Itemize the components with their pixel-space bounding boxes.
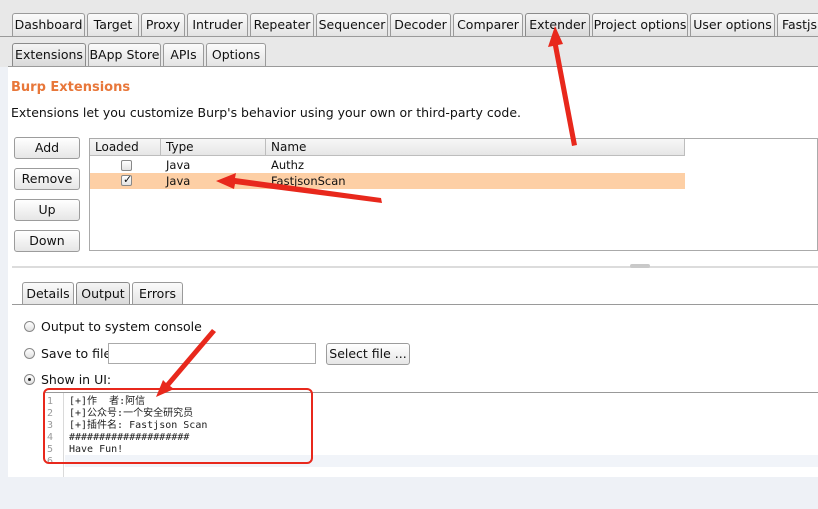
- annotation-arrow: [216, 173, 382, 203]
- annotation-arrows: [156, 26, 577, 397]
- annotation-arrow: [548, 26, 577, 146]
- annotation-arrow: [156, 329, 216, 397]
